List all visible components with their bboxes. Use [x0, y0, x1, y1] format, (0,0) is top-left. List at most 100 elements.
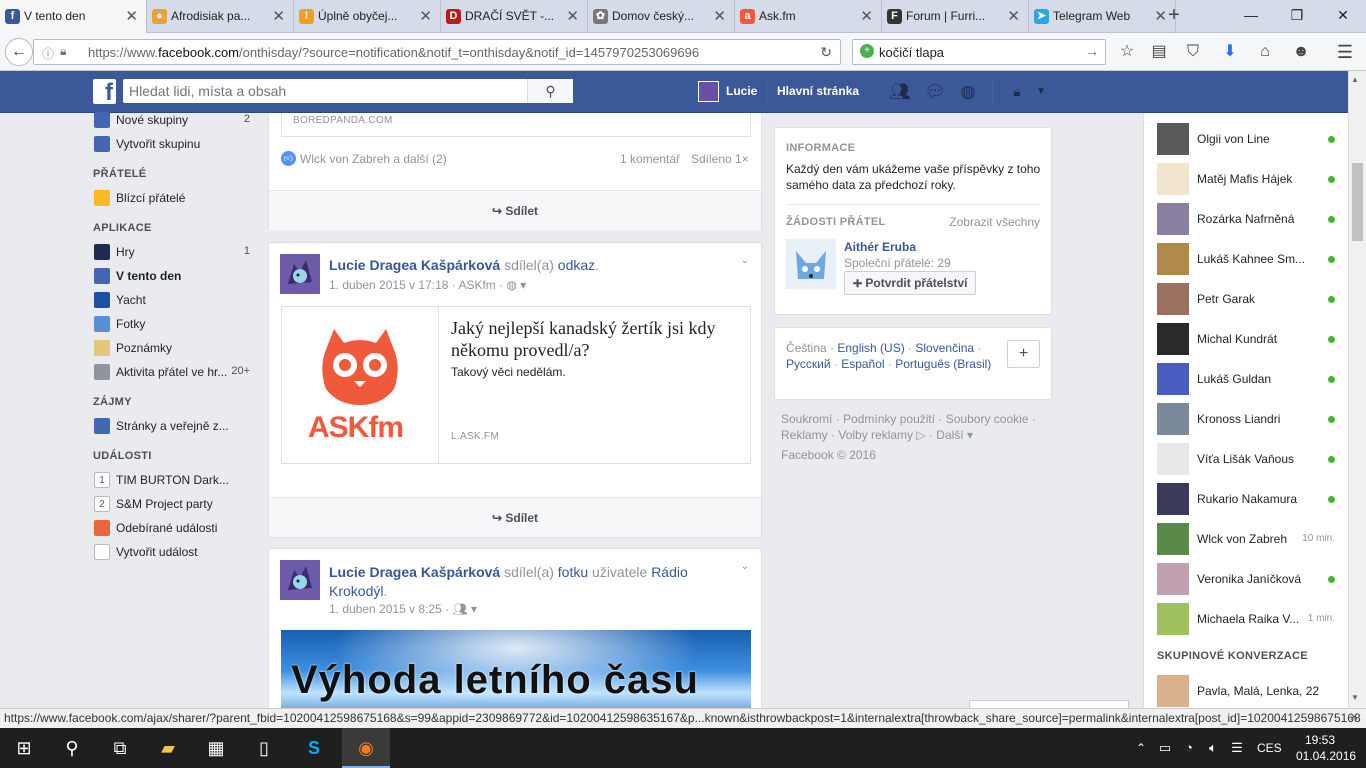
scroll-down-icon[interactable]: ▼: [1351, 693, 1359, 702]
sidebar-item[interactable]: Hry 1: [93, 243, 253, 263]
task-view-icon[interactable]: ⧉: [96, 728, 144, 768]
minimize-button[interactable]: —: [1228, 0, 1274, 33]
share-button[interactable]: ↪ Sdílet: [269, 497, 761, 537]
reading-list-icon[interactable]: ▤: [1146, 39, 1172, 65]
browser-tab[interactable]: f V tento den ✕: [0, 0, 147, 34]
file-explorer-icon[interactable]: ▰: [144, 728, 192, 768]
fb-search-button[interactable]: ⚲: [527, 79, 573, 103]
shares-count[interactable]: Sdíleno 1×: [691, 152, 749, 166]
firefox-icon[interactable]: ◉: [342, 728, 390, 768]
search-engine-icon[interactable]: +: [860, 44, 874, 58]
sidebar-item[interactable]: Blízcí přátelé: [93, 189, 253, 209]
volume-icon[interactable]: 🔈︎: [1202, 728, 1224, 768]
footer-link[interactable]: Volby reklamy: [838, 428, 913, 442]
bookmark-star-icon[interactable]: ☆: [1114, 39, 1140, 65]
chat-contact[interactable]: Michal Kundrát: [1144, 319, 1349, 359]
add-language-button[interactable]: +: [1007, 340, 1040, 368]
reload-icon[interactable]: ↻: [820, 44, 832, 61]
fb-search-input[interactable]: [129, 82, 529, 100]
object-link[interactable]: fotku: [558, 564, 588, 580]
windows-start-icon[interactable]: ⊞: [0, 728, 48, 768]
sidebar-item[interactable]: Fotky: [93, 315, 253, 335]
sidebar-item[interactable]: Aktivita přátel ve hr... 20+: [93, 363, 253, 383]
tray-chevron-up-icon[interactable]: ⌃: [1130, 728, 1152, 768]
browser-tab[interactable]: ➤ Telegram Web ✕: [1029, 0, 1176, 33]
account-menu-chevron-down-icon[interactable]: ▼: [1030, 82, 1052, 102]
home-link[interactable]: Hlavní stránka: [777, 84, 859, 98]
scroll-up-icon[interactable]: ▲: [1351, 75, 1359, 84]
post-via[interactable]: ASKfm: [458, 278, 495, 292]
pocket-icon[interactable]: ⛉: [1180, 39, 1206, 65]
browser-tab[interactable]: F Forum | Furri... ✕: [882, 0, 1029, 33]
back-button[interactable]: ←: [5, 38, 33, 66]
store-icon[interactable]: ▦: [192, 728, 240, 768]
search-go-icon[interactable]: →: [1085, 43, 1099, 59]
share-button[interactable]: ↪ Sdílet: [269, 190, 761, 230]
new-tab-button[interactable]: +: [1160, 0, 1188, 33]
notifications-globe-icon[interactable]: ◍: [957, 82, 979, 102]
comments-count[interactable]: 1 komentář: [620, 152, 680, 166]
chat-contact[interactable]: Veronika Janíčková: [1144, 559, 1349, 599]
chat-contact[interactable]: Matěj Mafis Hájek: [1144, 159, 1349, 199]
info-icon[interactable]: ⓘ: [42, 45, 54, 62]
link-preview[interactable]: ASKfm Jaký nejlepší kanadský žertík jsi …: [281, 306, 751, 464]
chat-contact[interactable]: Olgii von Line: [1144, 119, 1349, 159]
wifi-icon[interactable]: ◔: [1178, 728, 1200, 768]
chat-contact[interactable]: Lukáš Guldan: [1144, 359, 1349, 399]
sidebar-item[interactable]: Yacht: [93, 291, 253, 311]
sidebar-item[interactable]: V tento den: [93, 267, 253, 287]
menu-icon[interactable]: ☰: [1332, 39, 1358, 65]
request-name[interactable]: Aithér Eruba: [844, 240, 916, 254]
profile-link[interactable]: Lucie: [726, 84, 757, 98]
fb-search-box[interactable]: ⚲: [123, 79, 573, 103]
tray-network-monitor-icon[interactable]: ▭: [1154, 728, 1176, 768]
footer-link[interactable]: Reklamy: [781, 428, 828, 442]
post-options-chevron-down-icon[interactable]: ⌄: [741, 561, 749, 572]
home-icon[interactable]: ⌂: [1252, 39, 1278, 65]
input-language[interactable]: CES: [1257, 741, 1282, 755]
browser-tab[interactable]: ! Úplně obyčej... ✕: [294, 0, 441, 33]
post-date[interactable]: 1. duben 2015 v 17:18: [329, 278, 448, 292]
messages-icon[interactable]: 💬︎: [924, 82, 946, 102]
sidebar-item[interactable]: Poznámky: [93, 339, 253, 359]
audience-friends-icon[interactable]: 👥︎ ▾: [452, 602, 477, 616]
language-link[interactable]: Slovenčina: [915, 341, 974, 355]
group-conversation[interactable]: Pavla, Malá, Lenka, 22: [1144, 671, 1349, 711]
language-link[interactable]: Español: [841, 357, 884, 371]
chat-contact[interactable]: Rukario Nakamura: [1144, 479, 1349, 519]
sidebar-item[interactable]: Nové skupiny 2: [93, 111, 253, 131]
language-link[interactable]: Čeština: [786, 341, 827, 355]
clock-date[interactable]: 01.04.2016: [1296, 749, 1356, 763]
clock-time[interactable]: 19:53: [1305, 733, 1335, 747]
browser-search-box[interactable]: + kočičí tlapa →: [852, 39, 1106, 65]
object-link[interactable]: odkaz: [558, 257, 595, 273]
likes-summary[interactable]: Wlck von Zabreh a další (2): [300, 152, 447, 166]
sidebar-item[interactable]: Stránky a veřejně z...: [93, 417, 253, 437]
tab-close-icon[interactable]: ✕: [125, 0, 138, 33]
chat-contact[interactable]: Lukáš Kahnee Sm...: [1144, 239, 1349, 279]
chat-contact[interactable]: Víťa Lišák Vaňous: [1144, 439, 1349, 479]
audience-globe-icon[interactable]: ◍ ▾: [506, 278, 526, 292]
language-link[interactable]: Português (Brasil): [895, 357, 991, 371]
browser-tab[interactable]: ● Afrodisiak pa... ✕: [147, 0, 294, 33]
author-link[interactable]: Lucie Dragea Kašpárková: [329, 564, 500, 580]
skype-icon[interactable]: S: [290, 728, 338, 768]
avatar[interactable]: [280, 560, 320, 600]
hello-icon[interactable]: ☻: [1288, 39, 1314, 65]
address-bar[interactable]: ⓘ 🔒︎ https://www.facebook.com/onthisday/…: [33, 39, 841, 65]
post-date[interactable]: 1. duben 2015 v 8:25: [329, 602, 442, 616]
chat-contact[interactable]: Petr Garak: [1144, 279, 1349, 319]
browser-tab[interactable]: ✿ Domov český... ✕: [588, 0, 735, 33]
tab-close-icon[interactable]: ✕: [272, 0, 285, 33]
sidebar-item[interactable]: 2 S&M Project party: [93, 495, 253, 515]
tab-close-icon[interactable]: ✕: [566, 0, 579, 33]
page-scrollbar[interactable]: ▲ ▼: [1348, 71, 1366, 708]
footer-link[interactable]: Podmínky použití: [843, 412, 935, 426]
close-window-button[interactable]: ✕: [1320, 0, 1366, 33]
sidebar-item[interactable]: Vytvořit skupinu: [93, 135, 253, 155]
status-close-icon[interactable]: ✕: [1349, 710, 1359, 724]
avatar[interactable]: [280, 254, 320, 294]
post-options-chevron-down-icon[interactable]: ⌄: [741, 255, 749, 266]
tab-close-icon[interactable]: ✕: [860, 0, 873, 33]
avatar[interactable]: [786, 239, 836, 289]
